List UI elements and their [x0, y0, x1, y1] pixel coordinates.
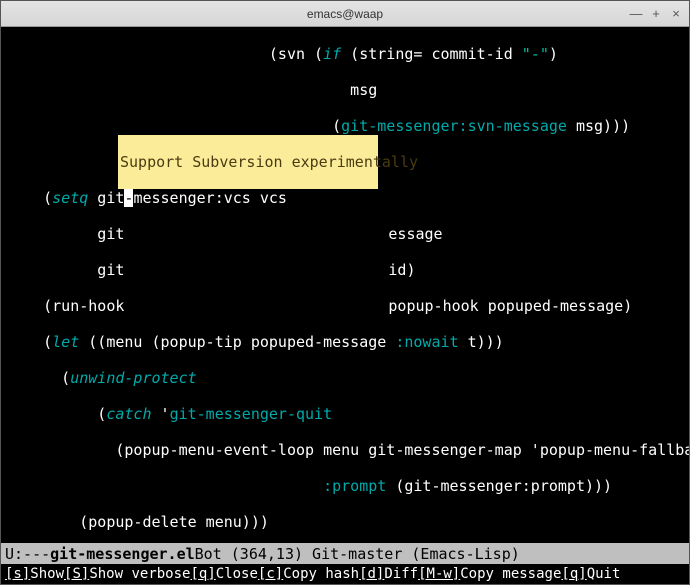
code-text: git — [7, 225, 124, 243]
window-title: emacs@waap — [307, 7, 383, 21]
code-text: ' — [152, 405, 170, 423]
editor-area[interactable]: (svn (if (string= commit-id "-") msg (gi… — [1, 27, 689, 584]
key-label: Copy message — [460, 566, 561, 582]
modeline-info: Bot (364,13) Git-master (Emacs-Lisp) — [195, 545, 520, 563]
minibuffer[interactable]: [s]Show [S]Show verbose [q]Close [c]Copy… — [1, 564, 689, 584]
code-text: git — [7, 261, 124, 279]
code-text: (run-hook — [7, 297, 124, 315]
key-label: Show verbose — [89, 566, 190, 582]
keyword: catch — [106, 405, 151, 423]
key-label: Copy hash — [283, 566, 359, 582]
code-text: git — [88, 189, 124, 207]
tooltip-popup: Support Subversion experimentally — [118, 135, 378, 189]
key-label: Show — [30, 566, 64, 582]
code-buffer[interactable]: (svn (if (string= commit-id "-") msg (gi… — [7, 27, 689, 542]
symbol: git-messenger:svn-message — [341, 117, 567, 135]
key-label: Close — [216, 566, 258, 582]
key-hint: [d] — [359, 566, 384, 582]
mode-line[interactable]: U:--- git-messenger.el Bot (364,13) Git-… — [1, 543, 689, 564]
symbol: :nowait — [395, 333, 458, 351]
keyword: unwind-protect — [70, 369, 196, 387]
code-text: (popup-menu-event-loop menu git-messenge… — [7, 441, 689, 459]
code-text: ( — [7, 369, 70, 387]
code-text: essage — [388, 225, 442, 243]
code-text: t))) — [459, 333, 504, 351]
code-text: ( — [7, 405, 106, 423]
code-text: ( — [7, 189, 52, 207]
minimize-icon[interactable]: — — [629, 7, 643, 21]
code-text: ) — [549, 45, 558, 63]
titlebar[interactable]: emacs@waap — + × — [1, 1, 689, 27]
window-frame: emacs@waap — + × (svn (if (string= commi… — [0, 0, 690, 585]
code-text: id) — [388, 261, 415, 279]
key-hint: [c] — [258, 566, 283, 582]
maximize-icon[interactable]: + — [649, 7, 663, 21]
code-text: msg — [7, 81, 377, 99]
string: "-" — [522, 45, 549, 63]
close-icon[interactable]: × — [669, 7, 683, 21]
key-label: Diff — [384, 566, 418, 582]
code-text: (svn ( — [7, 45, 323, 63]
code-text: (string= commit-id — [341, 45, 522, 63]
code-text: messenger:vcs vcs — [133, 189, 287, 207]
symbol: git-messenger-quit — [170, 405, 333, 423]
window-controls: — + × — [629, 7, 683, 21]
symbol: :prompt — [323, 477, 386, 495]
key-hint: [s] — [5, 566, 30, 582]
code-text: (git-messenger:prompt))) — [386, 477, 612, 495]
keyword: if — [323, 45, 341, 63]
key-label: Quit — [587, 566, 621, 582]
code-text: ( — [7, 117, 341, 135]
key-hint: [S] — [64, 566, 89, 582]
modeline-filename: git-messenger.el — [50, 545, 195, 563]
key-hint: [q] — [190, 566, 215, 582]
keyword: setq — [52, 189, 88, 207]
code-text: (popup-delete menu))) — [7, 513, 269, 531]
modeline-status: U:--- — [5, 545, 50, 563]
code-text: ( — [7, 333, 52, 351]
key-hint: [M-w] — [418, 566, 460, 582]
code-text: msg))) — [567, 117, 630, 135]
keyword: let — [52, 333, 79, 351]
code-text: ((menu (popup-tip popuped-message — [79, 333, 395, 351]
key-hint: [q] — [561, 566, 586, 582]
code-text — [7, 477, 323, 495]
tooltip-text: Support Subversion experimentally — [118, 153, 378, 171]
code-text: popup-hook popuped-message) — [388, 297, 632, 315]
